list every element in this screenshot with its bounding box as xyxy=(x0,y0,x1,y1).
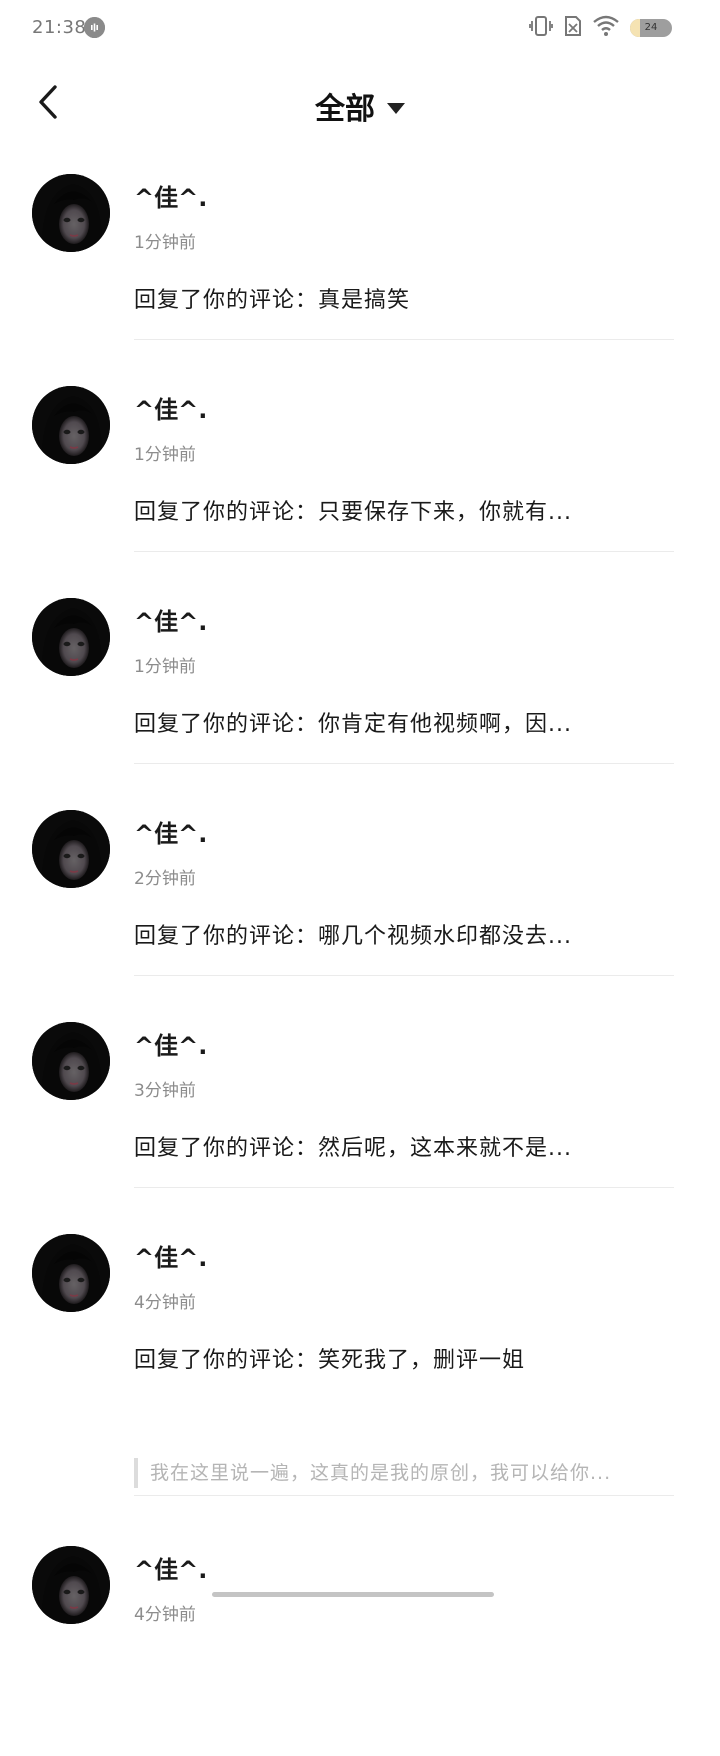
page-title: 全部 xyxy=(315,92,375,127)
timestamp: 1分钟前 xyxy=(134,445,196,465)
timestamp: 2分钟前 xyxy=(134,869,196,889)
avatar[interactable] xyxy=(32,810,110,888)
notification-content[interactable]: 回复了你的评论：笑死我了，删评一姐 xyxy=(134,1342,634,1374)
timestamp: 3分钟前 xyxy=(134,1081,196,1101)
home-indicator[interactable] xyxy=(212,1592,494,1597)
username[interactable]: ^佳^. xyxy=(134,1550,207,1585)
filter-dropdown[interactable]: 全部 xyxy=(0,84,720,128)
username[interactable]: ^佳^. xyxy=(134,1238,207,1273)
notification-item[interactable]: ^佳^. 2分钟前 回复了你的评论：哪几个视频水印都没去... xyxy=(0,808,720,1020)
avatar[interactable] xyxy=(32,386,110,464)
status-bar: 21:38 24 xyxy=(0,0,720,56)
caret-down-icon xyxy=(387,102,405,114)
avatar[interactable] xyxy=(32,174,110,252)
notification-list: ^佳^. 1分钟前 回复了你的评论：真是搞笑 ^佳^. 1分钟前 回复了你的评论… xyxy=(0,172,720,1756)
divider xyxy=(134,975,674,976)
vibrate-icon xyxy=(529,15,553,41)
username[interactable]: ^佳^. xyxy=(134,1026,207,1061)
timestamp: 4分钟前 xyxy=(134,1605,196,1625)
notification-content[interactable]: 回复了你的评论：只要保存下来，你就有... xyxy=(134,494,634,526)
status-icons: 24 xyxy=(529,15,672,41)
divider xyxy=(134,551,674,552)
notification-item[interactable]: ^佳^. 3分钟前 回复了你的评论：然后呢，这本来就不是... xyxy=(0,1020,720,1232)
status-time: 21:38 xyxy=(32,17,87,38)
wifi-icon xyxy=(593,15,619,41)
quoted-comment[interactable]: 我在这里说一遍，这真的是我的原创，我可以给你... xyxy=(134,1458,664,1488)
notification-item[interactable]: ^佳^. 1分钟前 回复了你的评论：只要保存下来，你就有... xyxy=(0,384,720,596)
timestamp: 1分钟前 xyxy=(134,233,196,253)
avatar[interactable] xyxy=(32,1234,110,1312)
username[interactable]: ^佳^. xyxy=(134,602,207,637)
notification-content[interactable]: 回复了你的评论：哪几个视频水印都没去... xyxy=(134,918,634,950)
notification-item[interactable]: ^佳^. 1分钟前 回复了你的评论：你肯定有他视频啊，因... xyxy=(0,596,720,808)
notification-item[interactable]: ^佳^. 1分钟前 回复了你的评论：真是搞笑 xyxy=(0,172,720,384)
notification-item[interactable]: ^佳^. 4分钟前 回复了你的评论：笑死我了，删评一姐 我在这里说一遍，这真的是… xyxy=(0,1232,720,1498)
header: 全部 xyxy=(0,56,720,156)
notification-content[interactable]: 回复了你的评论：然后呢，这本来就不是... xyxy=(134,1130,634,1162)
timestamp: 4分钟前 xyxy=(134,1293,196,1313)
no-sim-icon xyxy=(564,15,582,41)
avatar[interactable] xyxy=(32,1022,110,1100)
username[interactable]: ^佳^. xyxy=(134,178,207,213)
avatar[interactable] xyxy=(32,1546,110,1624)
notification-content[interactable]: 回复了你的评论：真是搞笑 xyxy=(134,282,634,314)
username[interactable]: ^佳^. xyxy=(134,390,207,425)
battery-level: 24 xyxy=(644,22,658,33)
timestamp: 1分钟前 xyxy=(134,657,196,677)
divider xyxy=(134,1187,674,1188)
username[interactable]: ^佳^. xyxy=(134,814,207,849)
notification-item[interactable]: ^佳^. 4分钟前 xyxy=(0,1544,720,1756)
divider xyxy=(134,1495,674,1496)
divider xyxy=(134,339,674,340)
battery-indicator: 24 xyxy=(630,19,672,37)
notification-content[interactable]: 回复了你的评论：你肯定有他视频啊，因... xyxy=(134,706,634,738)
voice-bubble-icon xyxy=(84,17,105,38)
avatar[interactable] xyxy=(32,598,110,676)
divider xyxy=(134,763,674,764)
